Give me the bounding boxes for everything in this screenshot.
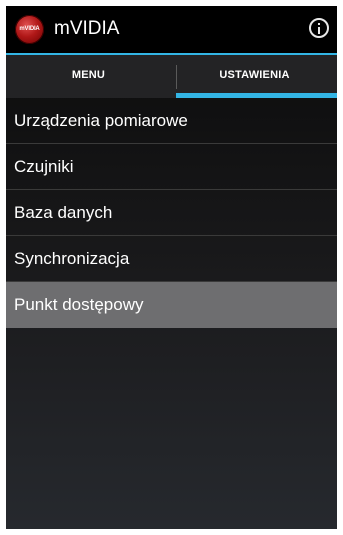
settings-list: Urządzenia pomiarowe Czujniki Baza danyc…: [6, 98, 337, 328]
tab-bar: MENU USTAWIENIA: [6, 55, 337, 98]
logo-text: mVIDIA: [19, 26, 40, 32]
app-logo: mVIDIA: [15, 15, 44, 44]
tab-menu[interactable]: MENU: [6, 55, 171, 98]
app-screen: mVIDIA mVIDIA MENU USTAWIENIA Urządzenia…: [6, 6, 337, 529]
list-item-baza-danych[interactable]: Baza danych: [6, 190, 337, 236]
tab-ustawienia[interactable]: USTAWIENIA: [172, 55, 337, 98]
action-bar: mVIDIA mVIDIA: [6, 6, 337, 53]
list-item-punkt-dostepowy[interactable]: Punkt dostępowy: [6, 282, 337, 328]
list-item-synchronizacja[interactable]: Synchronizacja: [6, 236, 337, 282]
info-icon-dot: [318, 23, 320, 25]
list-item-urzadzenia-pomiarowe[interactable]: Urządzenia pomiarowe: [6, 98, 337, 144]
app-title: mVIDIA: [54, 18, 120, 39]
info-icon[interactable]: [309, 18, 329, 38]
list-item-czujniki[interactable]: Czujniki: [6, 144, 337, 190]
info-icon-bar: [318, 27, 320, 34]
